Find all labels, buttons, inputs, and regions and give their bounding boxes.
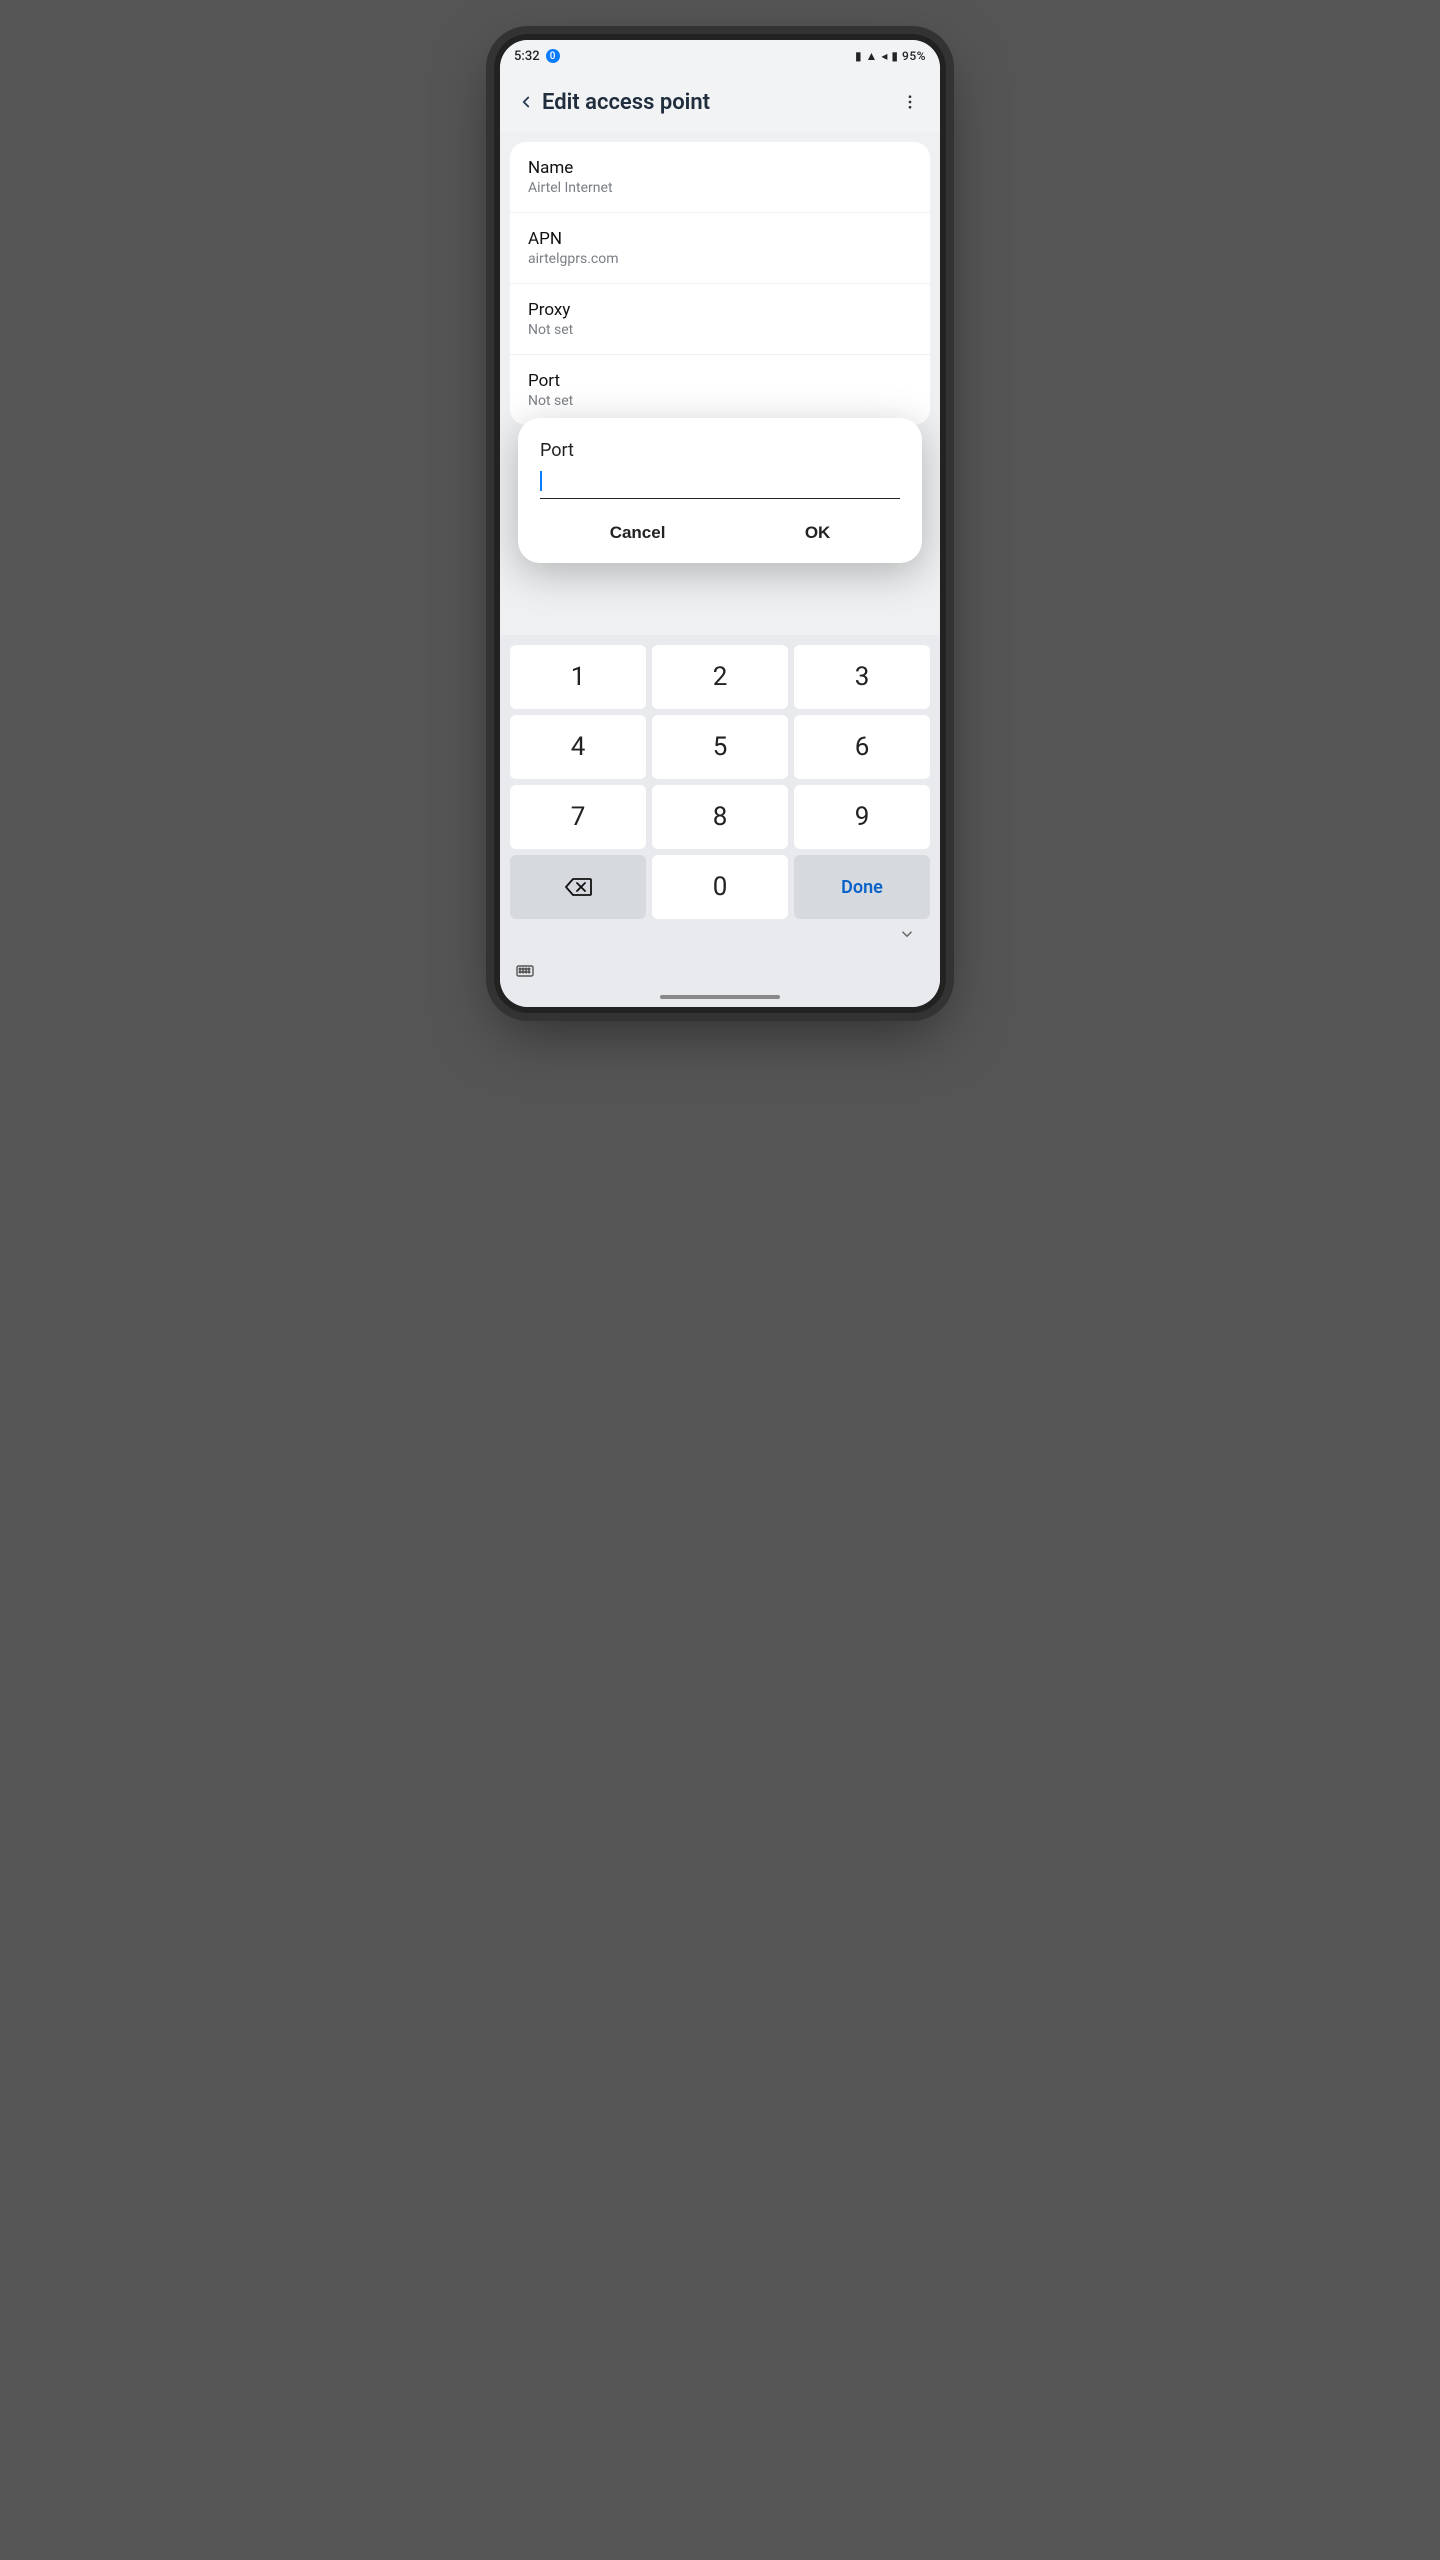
port-input[interactable] xyxy=(540,465,900,499)
phone-screen: 5:32 0 ▮ ▲ ◂ ▮ 95% Edit access point Nam… xyxy=(500,40,940,1007)
ok-button[interactable]: OK xyxy=(781,517,855,549)
text-cursor xyxy=(540,471,542,491)
dialog-label: Port xyxy=(540,440,900,461)
dialog-backdrop: Port Cancel OK xyxy=(500,40,940,1007)
cancel-button[interactable]: Cancel xyxy=(586,517,690,549)
port-dialog: Port Cancel OK xyxy=(518,418,922,563)
dialog-actions: Cancel OK xyxy=(540,499,900,563)
